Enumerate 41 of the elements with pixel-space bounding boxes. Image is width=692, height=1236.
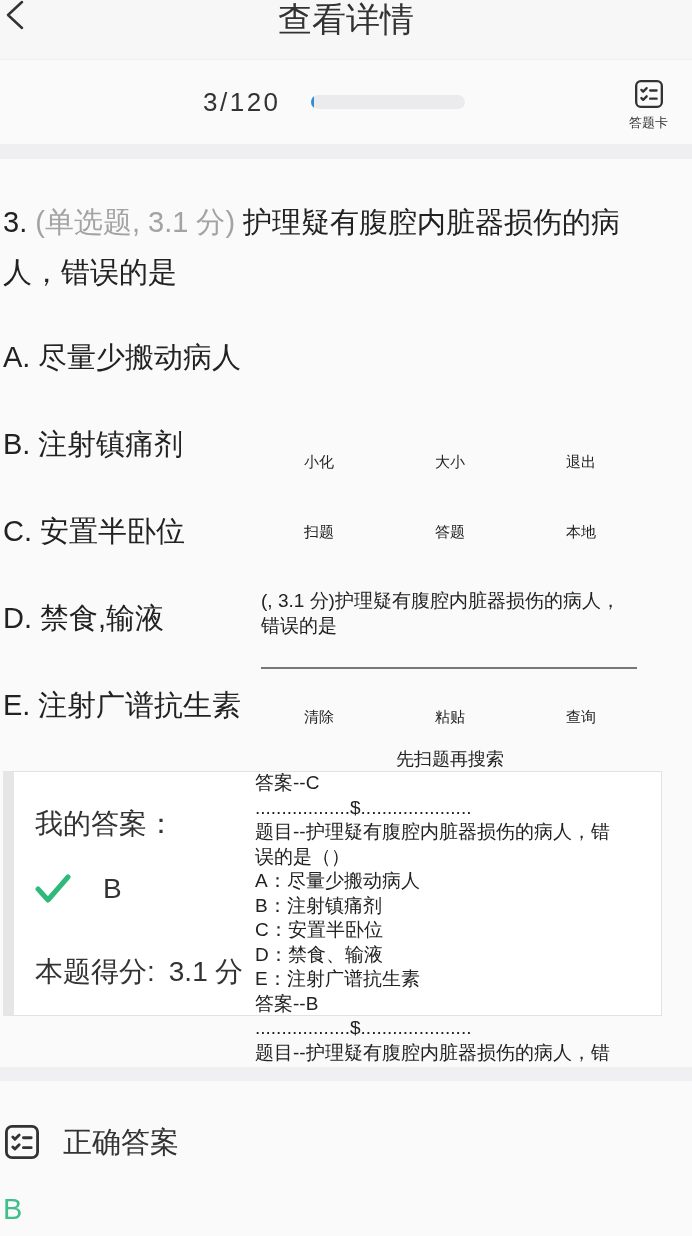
search-field[interactable]: (, 3.1 分)护理疑有腹腔内脏器损伤的病人，错误的是 [261,588,637,669]
answer-card-button[interactable]: 答题卡 [629,79,668,131]
result-line: 答案--C [255,771,320,795]
floating-window-button[interactable]: 清除 [301,707,336,727]
answer-option: D. 禁食,输液 [3,600,165,636]
answer-option: B. 注射镇痛剂 [3,426,184,462]
checklist-icon [5,1125,39,1159]
result-line: D：禁食、输液 [255,942,383,967]
result-line: C：安置半卧位 [255,918,383,942]
result-line: E：注射广谱抗生素 [255,967,420,991]
floating-window-button[interactable]: 扫题 [301,522,336,542]
answer-option: C. 安置半卧位 [3,513,186,549]
question-counter: 3/120 [203,87,281,117]
floating-window-button[interactable]: 大小 [433,452,467,472]
chevron-left-icon [5,0,25,30]
correct-answer-title: 正确答案 [63,1125,179,1160]
my-answer-label: 我的答案： [35,807,175,841]
floating-window-button[interactable]: 小化 [301,452,336,472]
answer-option: E. 注射广谱抗生素 [3,687,242,723]
score-value: 3.1 分 [168,955,244,989]
result-line: B：注射镇痛剂 [255,893,382,918]
floating-window-button[interactable]: 查询 [564,707,599,727]
correct-answer-value: B [3,1192,23,1227]
answer-option: A. 尽量少搬动病人 [3,339,242,375]
result-line: 题目--护理疑有腹腔内脏器损伤的病人，错误的是（） [255,820,611,869]
page-title: 查看详情 [278,0,414,38]
result-line: A：尽量少搬动病人 [255,869,420,893]
score-label: 本题得分: [35,955,155,989]
result-line: ..................$..................... [255,1016,472,1040]
floating-window-button[interactable]: 答题 [433,522,467,542]
checklist-icon [634,79,663,108]
floating-window-button[interactable]: 退出 [564,452,599,472]
question-text: 3. (单选题, 3.1 分) 护理疑有腹腔内脏器损伤的病人，错误的是 [3,205,622,290]
result-line: 答案--B [255,991,319,1016]
result-line: ..................$..................... [255,795,472,820]
my-answer-value: B [103,872,122,906]
result-line: 题目--护理疑有腹腔内脏器损伤的病人，错 [255,1040,610,1065]
floating-window-button[interactable]: 本地 [564,522,599,542]
back-button[interactable] [5,0,25,30]
hint-text: 先扫题再搜索 [396,748,504,770]
floating-window-button[interactable]: 粘贴 [433,707,467,727]
